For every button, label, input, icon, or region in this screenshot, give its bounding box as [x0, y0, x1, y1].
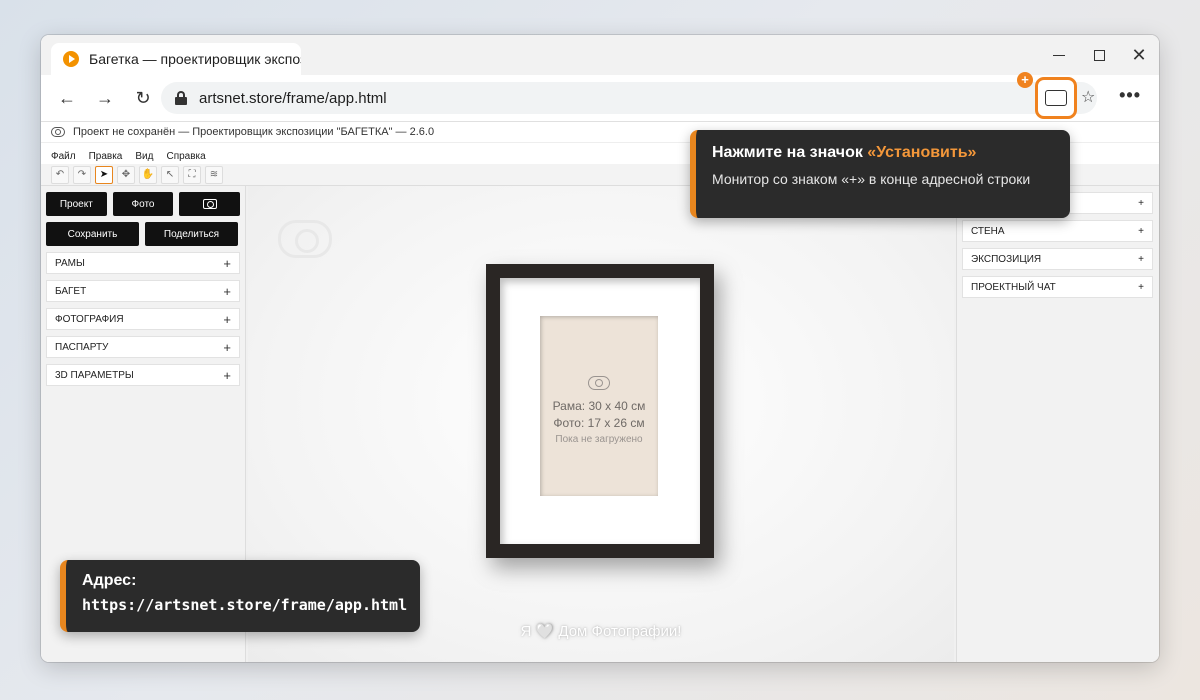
favicon-icon	[63, 51, 79, 67]
photo-button[interactable]: Фото	[112, 192, 174, 216]
expand-plus-icon[interactable]: +	[1138, 254, 1144, 265]
install-tooltip-heading: Нажмите на значок «Установить»	[712, 144, 1070, 162]
menu-edit[interactable]: Правка	[89, 151, 123, 162]
expand-plus-icon[interactable]: +	[223, 368, 231, 383]
maximize-button[interactable]	[1079, 35, 1119, 75]
section-label: ПРОЕКТНЫЙ ЧАТ	[971, 281, 1056, 293]
section-baguette[interactable]: БАГЕТ +	[46, 280, 240, 302]
pointer-tool-icon[interactable]: ↖	[161, 165, 179, 184]
section-label: ПАСПАРТУ	[55, 341, 109, 353]
section-photo[interactable]: ФОТОГРАФИЯ +	[46, 308, 240, 330]
frame-size-label: Рама: 30 х 40 см	[552, 398, 646, 413]
camera-logo-icon	[51, 127, 65, 137]
window-controls: ✕	[1039, 35, 1159, 75]
pan-tool-icon[interactable]: ✋	[139, 165, 157, 184]
expand-plus-icon[interactable]: +	[1138, 282, 1144, 293]
install-tooltip: Нажмите на значок «Установить» Монитор с…	[690, 130, 1070, 218]
url-text[interactable]: artsnet.store/frame/app.html	[199, 90, 387, 107]
app-title: Проект не сохранён — Проектировщик экспо…	[73, 126, 435, 138]
section-project-chat[interactable]: ПРОЕКТНЫЙ ЧАТ +	[962, 276, 1153, 298]
fit-view-icon[interactable]: ⛶	[183, 165, 201, 184]
menu-view[interactable]: Вид	[135, 151, 153, 162]
menu-help[interactable]: Справка	[166, 151, 205, 162]
browser-menu-button[interactable]: •••	[1119, 85, 1141, 106]
monitor-icon	[1045, 90, 1067, 106]
section-label: 3D ПАРАМЕТРЫ	[55, 369, 134, 381]
close-button[interactable]: ✕	[1119, 35, 1159, 75]
bookmark-star-icon[interactable]: ☆	[1081, 87, 1095, 107]
section-exposition[interactable]: ЭКСПОЗИЦИЯ +	[962, 248, 1153, 270]
menu-file[interactable]: Файл	[51, 151, 76, 162]
maximize-icon	[1093, 49, 1105, 61]
expand-plus-icon[interactable]: +	[223, 312, 231, 327]
reload-button[interactable]: ↻	[125, 80, 161, 116]
camera-button[interactable]	[179, 192, 241, 216]
photo-status-label: Пока не загружено	[555, 433, 643, 445]
camera-icon	[202, 199, 217, 209]
back-button[interactable]: ←	[49, 80, 85, 116]
picture-frame[interactable]: Рама: 30 х 40 см Фото: 17 х 26 см Пока н…	[486, 264, 714, 558]
section-passepartout[interactable]: ПАСПАРТУ +	[46, 336, 240, 358]
browser-tab[interactable]: Багетка — проектировщик экспоз	[51, 43, 301, 75]
select-tool-icon[interactable]: ➤	[95, 165, 113, 184]
passepartout-mat: Рама: 30 х 40 см Фото: 17 х 26 см Пока н…	[500, 278, 700, 544]
lock-icon[interactable]	[175, 91, 187, 105]
save-button[interactable]: Сохранить	[46, 222, 139, 246]
heading-accent: «Установить»	[867, 144, 977, 161]
section-wall[interactable]: СТЕНА +	[962, 220, 1153, 242]
tab-strip: Багетка — проектировщик экспоз ✕	[41, 35, 1159, 75]
project-button[interactable]: Проект	[46, 192, 107, 216]
expand-plus-icon[interactable]: +	[1138, 198, 1144, 209]
photo-placeholder[interactable]: Рама: 30 х 40 см Фото: 17 х 26 см Пока н…	[540, 316, 658, 496]
section-label: РАМЫ	[55, 257, 85, 269]
address-tooltip: Адрес: https://artsnet.store/frame/app.h…	[60, 560, 420, 632]
heading-prefix: Нажмите на значок	[712, 144, 868, 161]
install-tooltip-body: Монитор со знаком «+» в конце адресной с…	[712, 171, 1031, 187]
install-app-button[interactable]	[1035, 77, 1077, 119]
section-label: БАГЕТ	[55, 285, 87, 297]
section-label: СТЕНА	[971, 225, 1005, 237]
section-label: ЭКСПОЗИЦИЯ	[971, 253, 1042, 265]
share-button[interactable]: Поделиться	[145, 222, 238, 246]
navigation-bar: ← → ↻ artsnet.store/frame/app.html + ☆ •…	[41, 72, 1159, 121]
camera-icon	[588, 375, 610, 390]
redo-icon[interactable]: ↷	[73, 165, 91, 184]
expand-plus-icon[interactable]: +	[223, 284, 231, 299]
expand-plus-icon[interactable]: +	[1138, 226, 1144, 237]
tab-title: Багетка — проектировщик экспоз	[89, 51, 301, 67]
minimize-icon	[1053, 54, 1065, 56]
address-bar[interactable]: artsnet.store/frame/app.html + ☆	[161, 72, 1097, 119]
address-tooltip-url: https://artsnet.store/frame/app.html	[82, 596, 408, 614]
expand-plus-icon[interactable]: +	[223, 340, 231, 355]
right-panel: + СТЕНА + ЭКСПОЗИЦИЯ + ПРОЕКТНЫЙ ЧАТ +	[956, 186, 1159, 662]
section-label: ФОТОГРАФИЯ	[55, 313, 124, 325]
section-3d-params[interactable]: 3D ПАРАМЕТРЫ +	[46, 364, 240, 386]
photo-size-label: Фото: 17 х 26 см	[553, 415, 645, 430]
expand-plus-icon[interactable]: +	[223, 256, 231, 271]
move-tool-icon[interactable]: ✥	[117, 165, 135, 184]
install-plus-badge: +	[1017, 72, 1033, 88]
undo-icon[interactable]: ↶	[51, 165, 69, 184]
forward-button[interactable]: →	[87, 80, 123, 116]
camera-watermark-icon	[278, 220, 332, 258]
layers-icon[interactable]: ≋	[205, 165, 223, 184]
minimize-button[interactable]	[1039, 35, 1079, 75]
address-tooltip-label: Адрес:	[82, 572, 137, 589]
section-frames[interactable]: РАМЫ +	[46, 252, 240, 274]
